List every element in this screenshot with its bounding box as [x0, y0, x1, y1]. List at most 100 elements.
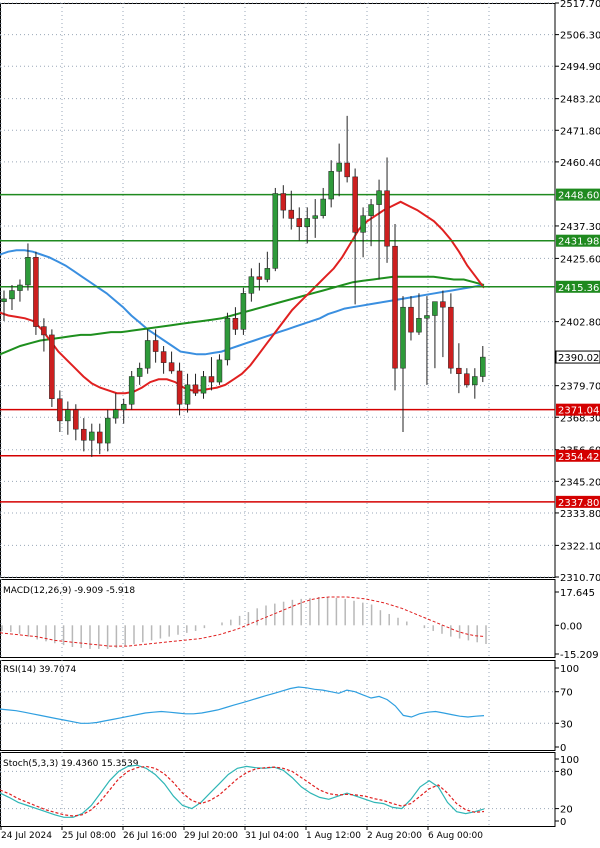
candle-bull — [17, 284, 23, 291]
chart-svg: 2517.70 2506.30 2494.90 2483.20 2471.80 2460.… — [0, 0, 600, 841]
candle-bull — [432, 301, 438, 316]
candle-bull — [224, 318, 231, 361]
candle-bull — [360, 215, 366, 233]
time-label: 24 Jul 2024 — [1, 831, 52, 841]
candle-bear — [256, 276, 263, 280]
candle-bear — [176, 370, 183, 405]
candle-bull — [416, 318, 422, 333]
candle-bull — [216, 359, 223, 383]
candle-bull — [120, 403, 127, 411]
candle-bull — [376, 190, 382, 205]
candle-bull — [25, 257, 31, 286]
stoch-tick-label: 20 — [560, 805, 573, 816]
candle-bull — [320, 198, 326, 216]
candle-bear — [392, 245, 398, 369]
candle-bear — [384, 190, 390, 247]
macd-tick-label: 0.00 — [560, 621, 582, 632]
candle-bull — [136, 367, 143, 377]
candle-bull — [128, 376, 135, 405]
level-label-red: 2354.42 — [558, 452, 599, 463]
price-tick-label: 2460.40 — [560, 158, 600, 169]
candle-bull — [400, 306, 406, 369]
rsi-tick-label: 0 — [560, 743, 566, 754]
candle-bull — [9, 290, 15, 300]
candle-bear — [192, 384, 199, 394]
candle-bull — [336, 162, 342, 172]
price-tick-label: 2402.80 — [560, 318, 600, 329]
candle-bull — [312, 215, 318, 219]
candle-bear — [81, 428, 87, 441]
level-label-green: 2415.36 — [558, 283, 599, 294]
price-tick-label: 2483.20 — [560, 95, 600, 106]
candle-bull — [328, 171, 334, 200]
price-tick-label: 2517.70 — [560, 0, 600, 10]
candle-bear — [288, 209, 295, 219]
candle-bear — [296, 218, 303, 228]
rsi-tick-label: 70 — [560, 688, 573, 699]
candle-bear — [49, 334, 55, 399]
candle-bear — [456, 367, 462, 374]
price-tick-label: 2425.60 — [560, 254, 600, 265]
candle-bear — [464, 373, 470, 386]
candle-bear — [41, 326, 47, 336]
time-label: 31 Jul 04:00 — [245, 831, 299, 841]
candle-bear — [344, 162, 350, 178]
candle-bull — [248, 276, 255, 294]
candle-bull — [480, 356, 486, 377]
stoch-main-line — [0, 764, 485, 818]
candle-bull — [240, 293, 247, 330]
candle-bear — [57, 398, 63, 422]
candle-bear — [232, 318, 239, 330]
candle-bull — [368, 204, 374, 216]
candle-bear — [408, 306, 414, 333]
candle-bull — [472, 376, 478, 386]
price-tick-label: 2345.20 — [560, 477, 600, 488]
candle-bull — [65, 409, 71, 422]
candle-bear — [33, 257, 39, 327]
candle-bull — [104, 417, 111, 444]
candle-bear — [448, 306, 454, 369]
candle-bear — [440, 301, 446, 308]
candle-bull — [184, 384, 191, 405]
candle-bear — [208, 376, 215, 383]
candle-bull — [89, 431, 95, 441]
price-tick-label: 2379.70 — [560, 382, 600, 393]
candle-bull — [424, 315, 430, 319]
macd-tick-label: -15.209 — [560, 650, 599, 661]
time-label: 2 Aug 20:00 — [367, 831, 422, 841]
stoch-title: Stoch(5,3,3) 19.4360 15.3539 — [3, 759, 139, 769]
candle-bull — [304, 218, 310, 228]
price-tick-label: 2506.30 — [560, 31, 600, 42]
price-tick-label: 2471.80 — [560, 126, 600, 137]
stoch-tick-label: 0 — [560, 817, 566, 828]
rsi-tick-label: 100 — [560, 664, 579, 675]
candle-bear — [280, 193, 287, 211]
time-label: 25 Jul 08:00 — [62, 831, 116, 841]
time-label: 6 Aug 00:00 — [428, 831, 483, 841]
candle-bull — [264, 268, 271, 280]
trading-chart[interactable]: 2517.70 2506.30 2494.90 2483.20 2471.80 2460.… — [0, 0, 600, 844]
candle-bull — [144, 340, 151, 369]
candle-bull — [272, 193, 279, 269]
time-label: 26 Jul 16:00 — [123, 831, 177, 841]
pane-frame-2 — [0, 660, 556, 751]
candle-bull — [200, 376, 207, 394]
macd-tick-label: 17.645 — [560, 588, 595, 599]
candle-bear — [97, 431, 103, 444]
price-tick-label: 2437.30 — [560, 222, 600, 233]
price-tick-label: 2322.10 — [560, 541, 600, 552]
pane-frame-0 — [0, 3, 556, 578]
candle-bull — [112, 409, 119, 419]
candle-bull — [1, 298, 7, 302]
time-label: 1 Aug 12:00 — [306, 831, 361, 841]
time-label: 29 Jul 20:00 — [184, 831, 238, 841]
stoch-tick-label: 80 — [560, 767, 573, 778]
level-label-green: 2431.98 — [558, 237, 599, 248]
current-price-label: 2390.02 — [558, 353, 599, 364]
candle-bear — [352, 176, 358, 233]
level-label-red: 2371.04 — [558, 406, 599, 417]
macd-title: MACD(12,26,9) -9.909 -5.918 — [3, 586, 135, 596]
rsi-tick-label: 30 — [560, 719, 573, 730]
rsi-line — [0, 686, 485, 724]
candle-bear — [152, 340, 159, 352]
